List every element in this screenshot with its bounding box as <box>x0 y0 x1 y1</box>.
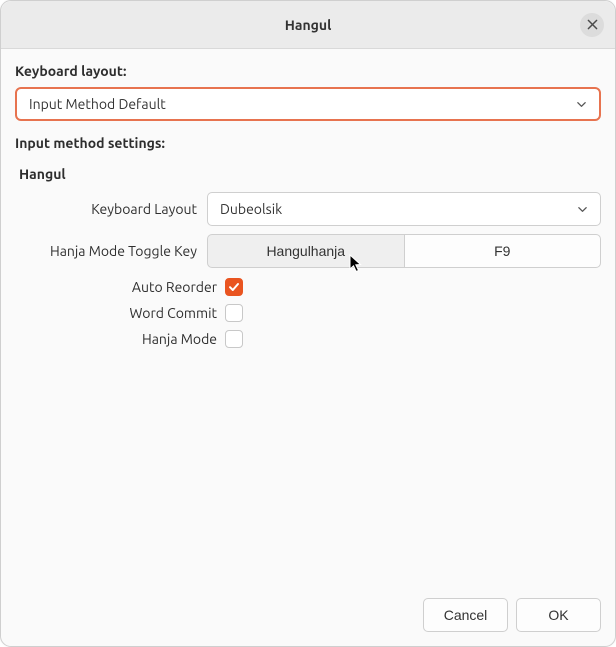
hanja-toggle-option-f9[interactable]: F9 <box>404 234 602 268</box>
keyboard-layout-select-value: Input Method Default <box>29 96 166 112</box>
close-icon <box>587 19 598 30</box>
hanja-toggle-key-group: Hangulhanja F9 <box>207 234 601 268</box>
word-commit-label: Word Commit <box>15 305 225 321</box>
row-keyboard-layout: Keyboard Layout Dubeolsik <box>15 192 601 226</box>
hangul-group-title: Hangul <box>19 166 601 182</box>
row-hanja-mode: Hanja Mode <box>15 328 601 350</box>
cancel-button[interactable]: Cancel <box>423 598 508 632</box>
keyboard-layout-section-label: Keyboard layout: <box>15 63 601 79</box>
hanja-mode-checkbox[interactable] <box>225 330 243 348</box>
hanja-toggle-label: Hanja Mode Toggle Key <box>15 243 207 259</box>
row-hanja-toggle: Hanja Mode Toggle Key Hangulhanja F9 <box>15 234 601 268</box>
hangul-settings: Keyboard Layout Dubeolsik Hanja Mode Tog… <box>15 192 601 350</box>
dialog-content: Keyboard layout: Input Method Default In… <box>1 49 615 588</box>
dialog-window: Hangul Keyboard layout: Input Method Def… <box>0 0 616 647</box>
word-commit-checkbox[interactable] <box>225 304 243 322</box>
close-button[interactable] <box>580 13 604 37</box>
titlebar: Hangul <box>1 1 615 49</box>
hanja-toggle-option-b-label: F9 <box>494 243 510 259</box>
input-method-settings-label: Input method settings: <box>15 135 601 151</box>
content-spacer <box>15 350 601 588</box>
row-auto-reorder: Auto Reorder <box>15 276 601 298</box>
auto-reorder-checkbox[interactable] <box>225 278 243 296</box>
auto-reorder-label: Auto Reorder <box>15 279 225 295</box>
check-icon <box>228 281 240 293</box>
keyboard-layout-label: Keyboard Layout <box>15 201 207 217</box>
row-word-commit: Word Commit <box>15 302 601 324</box>
chevron-down-icon <box>577 204 588 215</box>
hanja-mode-label: Hanja Mode <box>15 331 225 347</box>
window-title: Hangul <box>285 17 332 33</box>
hangul-keyboard-layout-value: Dubeolsik <box>220 201 282 217</box>
ok-button[interactable]: OK <box>516 598 601 632</box>
hangul-keyboard-layout-select[interactable]: Dubeolsik <box>207 192 601 226</box>
keyboard-layout-select[interactable]: Input Method Default <box>15 87 601 121</box>
dialog-footer: Cancel OK <box>1 588 615 646</box>
hanja-toggle-option-hangulhanja[interactable]: Hangulhanja <box>207 234 405 268</box>
hanja-toggle-option-a-label: Hangulhanja <box>266 243 345 259</box>
chevron-down-icon <box>576 99 587 110</box>
